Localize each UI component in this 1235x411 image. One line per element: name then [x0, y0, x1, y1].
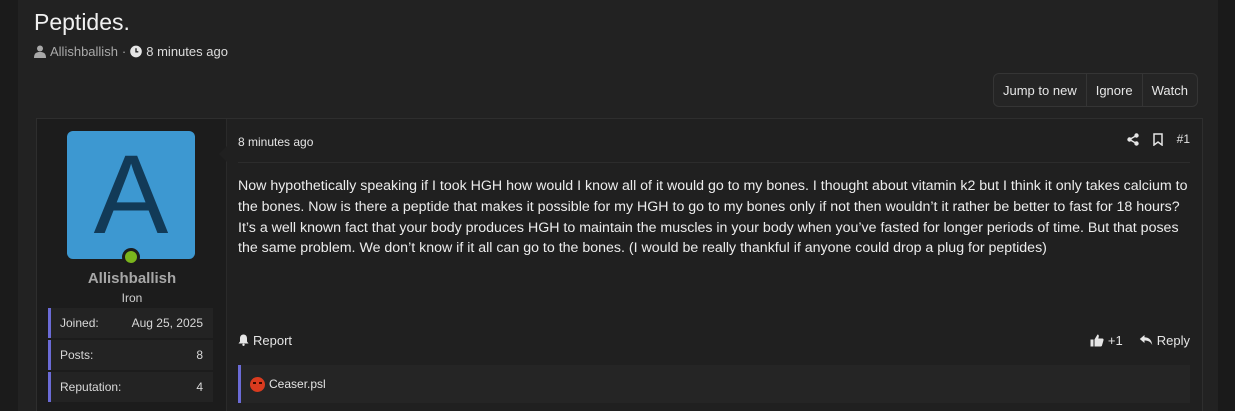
post-main-cell: 8 minutes ago #1 Now hypothetically spea…: [227, 119, 1202, 411]
post-username[interactable]: Allishballish: [37, 270, 227, 287]
thread-actions: Jump to new Ignore Watch: [993, 73, 1198, 107]
reply-button[interactable]: Reply: [1139, 333, 1190, 348]
stat-value: 8: [196, 348, 203, 362]
thread-title: Peptides.: [34, 9, 130, 35]
reply-icon: [1139, 335, 1152, 345]
clock-icon: [130, 45, 143, 58]
ignore-button[interactable]: Ignore: [1087, 74, 1143, 106]
post-footer: Report +1 Reply: [238, 329, 1190, 351]
report-link[interactable]: Report: [238, 333, 292, 348]
stat-posts: Posts: 8: [48, 340, 213, 370]
stat-label: Posts:: [60, 348, 94, 362]
stat-label: Joined:: [60, 316, 99, 330]
post-time[interactable]: 8 minutes ago: [238, 135, 313, 149]
report-label: Report: [253, 332, 293, 348]
post-footer-right: +1 Reply: [1090, 333, 1190, 348]
watch-button[interactable]: Watch: [1143, 74, 1197, 106]
share-icon[interactable]: [1126, 132, 1139, 146]
thread-time[interactable]: 8 minutes ago: [146, 44, 228, 59]
stat-joined: Joined: Aug 25, 2025: [48, 308, 213, 338]
stat-value: Aug 25, 2025: [131, 316, 203, 330]
avatar-letter: A: [93, 132, 169, 257]
stat-value: 4: [196, 380, 203, 394]
thread-meta: Allishballish · 8 minutes ago: [34, 44, 228, 59]
scrollbar[interactable]: [1218, 0, 1235, 411]
like-button[interactable]: +1: [1090, 333, 1123, 348]
like-count: +1: [1107, 332, 1123, 348]
angry-face-icon: [250, 376, 265, 392]
stat-label: Reputation:: [60, 380, 122, 394]
post-tools: #1: [1126, 132, 1190, 146]
meta-separator: ·: [121, 44, 127, 59]
thumbs-up-icon: [1090, 334, 1104, 346]
avatar[interactable]: A: [67, 131, 195, 259]
user-icon: [34, 45, 46, 58]
post-header-divider: [238, 162, 1190, 163]
online-status-dot: [122, 248, 140, 266]
stat-reputation: Reputation: 4: [48, 372, 213, 402]
jump-to-new-button[interactable]: Jump to new: [994, 74, 1087, 106]
bell-icon: [238, 334, 249, 346]
post-user-cell: A Allishballish Iron Joined: Aug 25, 202…: [37, 119, 227, 411]
reply-label: Reply: [1156, 332, 1190, 348]
post: A Allishballish Iron Joined: Aug 25, 202…: [36, 118, 1203, 411]
bookmark-icon[interactable]: [1152, 132, 1163, 146]
post-body: Now hypothetically speaking if I took HG…: [238, 178, 1188, 257]
reactions-bar[interactable]: Ceaser.psl: [238, 365, 1190, 403]
thread-author-link[interactable]: Allishballish: [50, 44, 118, 59]
user-title: Iron: [121, 291, 143, 305]
post-number[interactable]: #1: [1177, 132, 1190, 146]
reaction-user[interactable]: Ceaser.psl: [269, 377, 326, 391]
